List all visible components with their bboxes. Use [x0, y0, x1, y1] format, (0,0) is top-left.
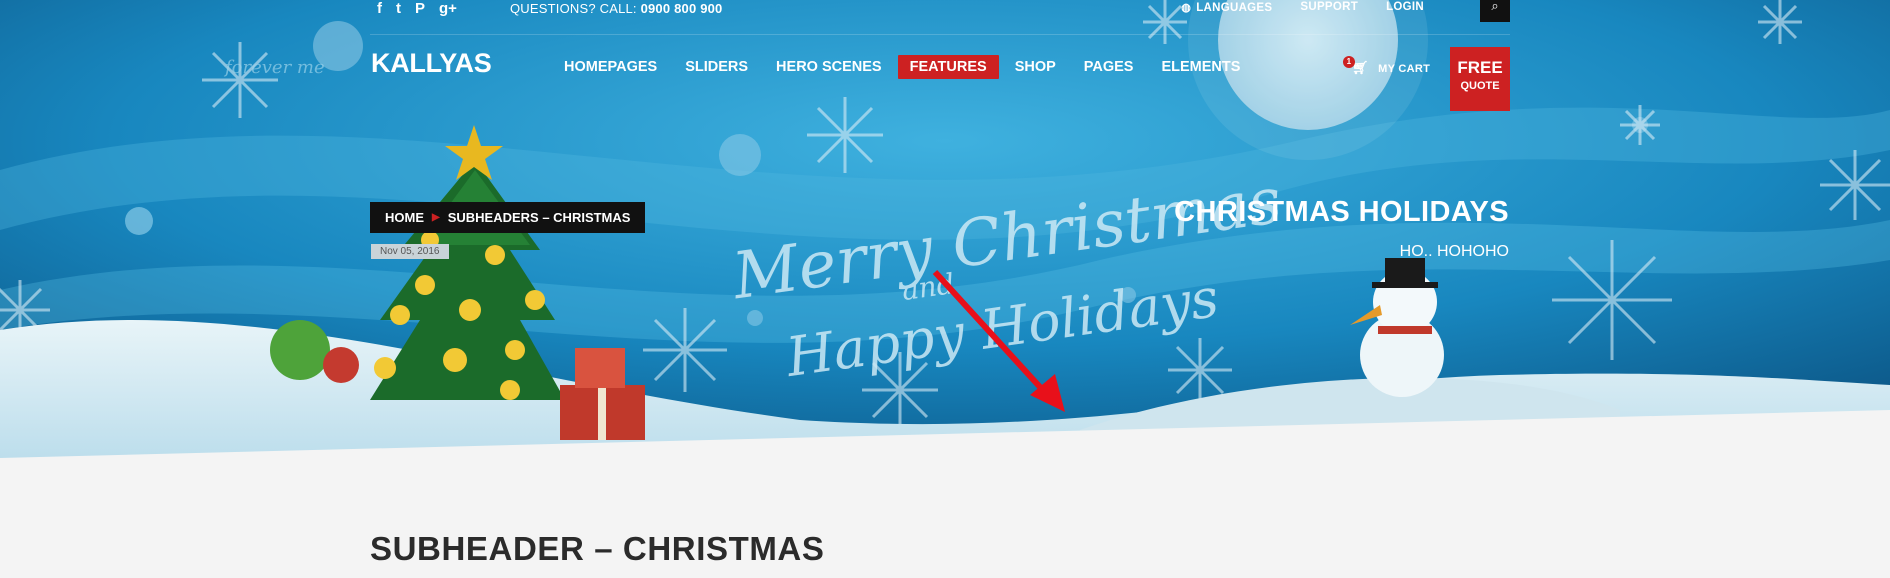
- breadcrumb-separator-icon: ▶: [432, 212, 440, 223]
- twitter-icon[interactable]: t: [396, 0, 401, 18]
- support-link[interactable]: SUPPORT: [1300, 1, 1358, 14]
- nav-hero-scenes[interactable]: HERO SCENES: [764, 55, 894, 79]
- social-links: f t P g+: [377, 0, 457, 18]
- nav-elements[interactable]: ELEMENTS: [1149, 55, 1252, 79]
- breadcrumb-current: SUBHEADERS – CHRISTMAS: [447, 210, 631, 225]
- nav-homepages[interactable]: HOMEPAGES: [552, 55, 669, 79]
- search-button[interactable]: ⌕: [1480, 0, 1510, 22]
- main-nav: HOMEPAGES SLIDERS HERO SCENES FEATURES S…: [552, 55, 1256, 79]
- top-bar: f t P g+ QUESTIONS? CALL: 0900 800 900 ◍…: [370, 0, 1510, 35]
- nav-pages[interactable]: PAGES: [1072, 55, 1146, 79]
- hero-subtitle: HO.. HOHOHO: [1399, 243, 1509, 260]
- cart-count-badge: 1: [1343, 56, 1355, 68]
- top-links: ◍ LANGUAGES SUPPORT LOGIN: [1181, 1, 1424, 14]
- site-logo[interactable]: KALLYAS: [371, 48, 492, 79]
- search-icon: ⌕: [1491, 0, 1499, 13]
- cart-label: MY CART: [1378, 63, 1431, 75]
- languages-label: LANGUAGES: [1196, 2, 1273, 14]
- login-link[interactable]: LOGIN: [1386, 1, 1424, 14]
- my-cart-link[interactable]: 1 🛒︎ MY CART: [1343, 56, 1431, 76]
- post-date: Nov 05, 2016: [371, 244, 449, 259]
- free-quote-button[interactable]: FREE QUOTE: [1450, 47, 1510, 111]
- quote-line-1: FREE: [1457, 58, 1503, 77]
- questions-label: QUESTIONS? CALL:: [510, 1, 637, 16]
- nav-features[interactable]: FEATURES: [897, 55, 999, 79]
- nav-shop[interactable]: SHOP: [1003, 55, 1068, 79]
- quote-line-2: QUOTE: [1460, 80, 1500, 92]
- pinterest-icon[interactable]: P: [415, 0, 425, 18]
- signature-text: forever me: [223, 57, 325, 78]
- breadcrumb: HOME ▶ SUBHEADERS – CHRISTMAS: [370, 202, 646, 233]
- languages-link[interactable]: ◍ LANGUAGES: [1181, 1, 1272, 14]
- hero-title: CHRISTMAS HOLIDAYS: [1174, 196, 1509, 228]
- hero-section: Merry Christmas and Happy Holidays forev…: [0, 0, 1890, 470]
- globe-icon: ◍: [1181, 2, 1192, 14]
- nav-sliders[interactable]: SLIDERS: [673, 55, 760, 79]
- phone-number[interactable]: 0900 800 900: [641, 1, 723, 16]
- facebook-icon[interactable]: f: [377, 0, 382, 18]
- page-title: SUBHEADER – CHRISTMAS: [370, 530, 825, 567]
- google-plus-icon[interactable]: g+: [439, 0, 457, 18]
- contact-line: QUESTIONS? CALL: 0900 800 900: [510, 1, 723, 16]
- breadcrumb-home[interactable]: HOME: [385, 210, 424, 225]
